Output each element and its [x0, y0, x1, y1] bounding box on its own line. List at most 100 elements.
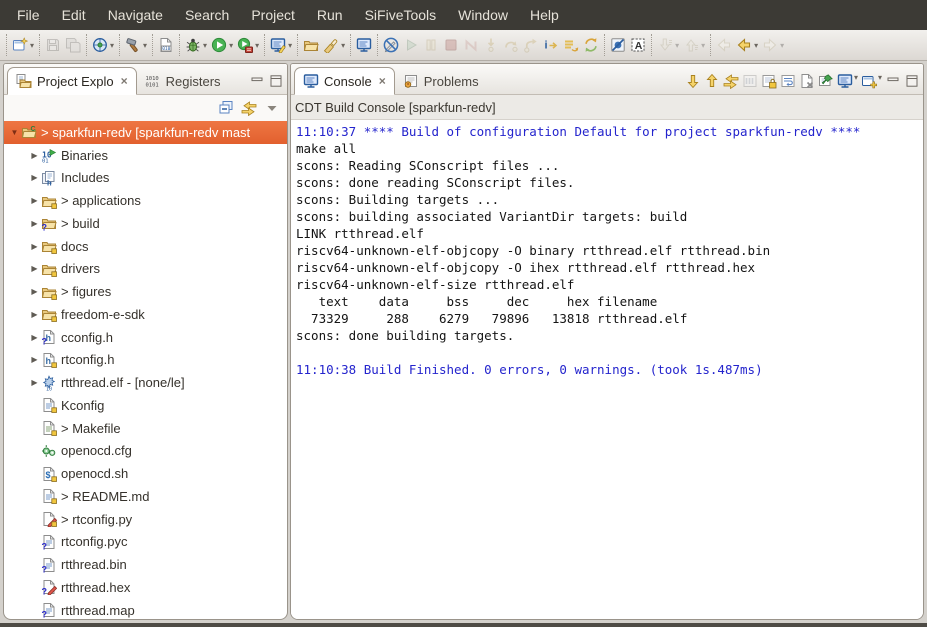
- tree-item-freedom-e-sdk[interactable]: ▶freedom-e-sdk: [4, 303, 287, 326]
- dropdown-arrow-icon[interactable]: ▾: [341, 41, 345, 50]
- disconnect-button[interactable]: [461, 32, 481, 58]
- resume-button[interactable]: [401, 32, 421, 58]
- tree-item-applications[interactable]: ▶> applications: [4, 189, 287, 212]
- binary-document-button[interactable]: 010: [156, 32, 176, 58]
- show-console-stdout-button[interactable]: [685, 73, 701, 89]
- tree-item-rtthread.bin[interactable]: ?rtthread.bin: [4, 553, 287, 576]
- forward-history-button[interactable]: ▾: [760, 32, 786, 58]
- dropdown-arrow-icon[interactable]: ▾: [110, 41, 114, 50]
- tree-item-includes[interactable]: ▶hIncludes: [4, 167, 287, 190]
- expand-arrow-icon[interactable]: ▶: [28, 219, 41, 228]
- tree-item-sparkfun-redv[interactable]: ▼C> sparkfun-redv [sparkfun-redv mast: [4, 121, 287, 144]
- menu-help[interactable]: Help: [519, 0, 570, 30]
- expand-arrow-icon[interactable]: ▶: [28, 287, 41, 296]
- cpp-perspective-button[interactable]: ▾: [268, 32, 294, 58]
- console-view-button[interactable]: [354, 32, 374, 58]
- tree-item-rtthread.map[interactable]: ?rtthread.map: [4, 599, 287, 619]
- open-element-button[interactable]: [301, 32, 321, 58]
- build-button[interactable]: ▾: [123, 32, 149, 58]
- new-wizard-button[interactable]: ▾: [10, 32, 36, 58]
- dropdown-arrow-icon[interactable]: ▾: [255, 41, 259, 50]
- tree-item-rtthread.hex[interactable]: ?rtthread.hex: [4, 576, 287, 599]
- maximize-view-button[interactable]: [904, 73, 920, 89]
- expand-arrow-icon[interactable]: ▶: [28, 264, 41, 273]
- menu-run[interactable]: Run: [306, 0, 354, 30]
- back-history-disabled-button[interactable]: [714, 32, 734, 58]
- menu-sifivetools[interactable]: SiFiveTools: [354, 0, 448, 30]
- scroll-lock-button[interactable]: [761, 73, 777, 89]
- tree-item-readme.md[interactable]: > README.md: [4, 485, 287, 508]
- tree-item-rtconfig.pyc[interactable]: ?rtconfig.pyc: [4, 531, 287, 554]
- terminate-button[interactable]: [441, 32, 461, 58]
- tree-item-docs[interactable]: ▶docs: [4, 235, 287, 258]
- expand-arrow-icon[interactable]: ▶: [28, 355, 41, 364]
- tree-item-openocd.sh[interactable]: $openocd.sh: [4, 462, 287, 485]
- suspend-button[interactable]: [421, 32, 441, 58]
- launch-target-button[interactable]: ▾: [90, 32, 116, 58]
- show-type-names-button[interactable]: A: [628, 32, 648, 58]
- open-console-button[interactable]: ▾: [861, 73, 882, 89]
- dropdown-arrow-icon[interactable]: ▾: [701, 41, 705, 50]
- minimize-view-button[interactable]: [885, 73, 901, 89]
- tab-registers[interactable]: 10100101Registers: [137, 68, 229, 94]
- fetch-up-button[interactable]: ▾: [681, 32, 707, 58]
- expand-arrow-icon[interactable]: ▶: [28, 310, 41, 319]
- close-tab-icon[interactable]: ×: [379, 74, 386, 88]
- tree-item-binaries[interactable]: ▶1001Binaries: [4, 144, 287, 167]
- menu-edit[interactable]: Edit: [51, 0, 97, 30]
- minimize-view-button[interactable]: [249, 73, 265, 89]
- skip-all-breakpoints-button[interactable]: [608, 32, 628, 58]
- tree-item-makefile[interactable]: > Makefile: [4, 417, 287, 440]
- menu-file[interactable]: File: [6, 0, 51, 30]
- menu-window[interactable]: Window: [447, 0, 519, 30]
- word-wrap-button[interactable]: [780, 73, 796, 89]
- run-configurations-button[interactable]: ▾: [235, 32, 261, 58]
- close-tab-icon[interactable]: ×: [121, 74, 128, 88]
- expand-arrow-icon[interactable]: ▶: [28, 196, 41, 205]
- menu-search[interactable]: Search: [174, 0, 240, 30]
- dropdown-arrow-icon[interactable]: ▾: [143, 41, 147, 50]
- dropdown-arrow-icon[interactable]: ▾: [854, 73, 858, 89]
- dropdown-arrow-icon[interactable]: ▾: [754, 41, 758, 50]
- highlight-button[interactable]: ▾: [321, 32, 347, 58]
- link-with-editor-button[interactable]: [241, 100, 257, 116]
- clear-console-button[interactable]: [799, 73, 815, 89]
- view-menu-button[interactable]: [264, 100, 280, 116]
- collapse-all-button[interactable]: [218, 100, 234, 116]
- fetch-down-button[interactable]: ▾: [655, 32, 681, 58]
- tab-project-explo[interactable]: Project Explo×: [7, 67, 137, 95]
- step-over-button[interactable]: [501, 32, 521, 58]
- console-columns-button[interactable]: [742, 73, 758, 89]
- menu-navigate[interactable]: Navigate: [97, 0, 174, 30]
- tree-item-rtthread.elf[interactable]: ▶10rtthread.elf - [none/le]: [4, 371, 287, 394]
- console-output[interactable]: 11:10:37 **** Build of configuration Def…: [291, 120, 923, 619]
- dropdown-arrow-icon[interactable]: ▾: [203, 41, 207, 50]
- show-execution-button[interactable]: [561, 32, 581, 58]
- tree-item-figures[interactable]: ▶> figures: [4, 280, 287, 303]
- tree-item-drivers[interactable]: ▶drivers: [4, 258, 287, 281]
- maximize-view-button[interactable]: [268, 73, 284, 89]
- show-console-stderr-button[interactable]: [704, 73, 720, 89]
- dropdown-arrow-icon[interactable]: ▾: [780, 41, 784, 50]
- expand-arrow-icon[interactable]: ▶: [28, 378, 41, 387]
- tab-console[interactable]: Console×: [294, 67, 395, 95]
- dropdown-arrow-icon[interactable]: ▾: [675, 41, 679, 50]
- dropdown-arrow-icon[interactable]: ▾: [288, 41, 292, 50]
- debug-button[interactable]: ▾: [183, 32, 209, 58]
- pin-console-button[interactable]: [818, 73, 834, 89]
- expand-arrow-icon[interactable]: ▶: [28, 173, 41, 182]
- expand-arrow-icon[interactable]: ▶: [28, 242, 41, 251]
- run-button[interactable]: ▾: [209, 32, 235, 58]
- tree-item-rtconfig.py[interactable]: > rtconfig.py: [4, 508, 287, 531]
- display-selected-console-button[interactable]: ▾: [837, 73, 858, 89]
- tree-item-rtconfig.h[interactable]: ▶hrtconfig.h: [4, 349, 287, 372]
- dropdown-arrow-icon[interactable]: ▾: [878, 73, 882, 89]
- tree-item-openocd.cfg[interactable]: openocd.cfg: [4, 440, 287, 463]
- tree-item-kconfig[interactable]: Kconfig: [4, 394, 287, 417]
- skip-breakpoint-pencil-button[interactable]: [381, 32, 401, 58]
- instruction-stepping-button[interactable]: i: [541, 32, 561, 58]
- step-return-button[interactable]: [521, 32, 541, 58]
- save-button[interactable]: [43, 32, 63, 58]
- dropdown-arrow-icon[interactable]: ▾: [229, 41, 233, 50]
- step-into-button[interactable]: [481, 32, 501, 58]
